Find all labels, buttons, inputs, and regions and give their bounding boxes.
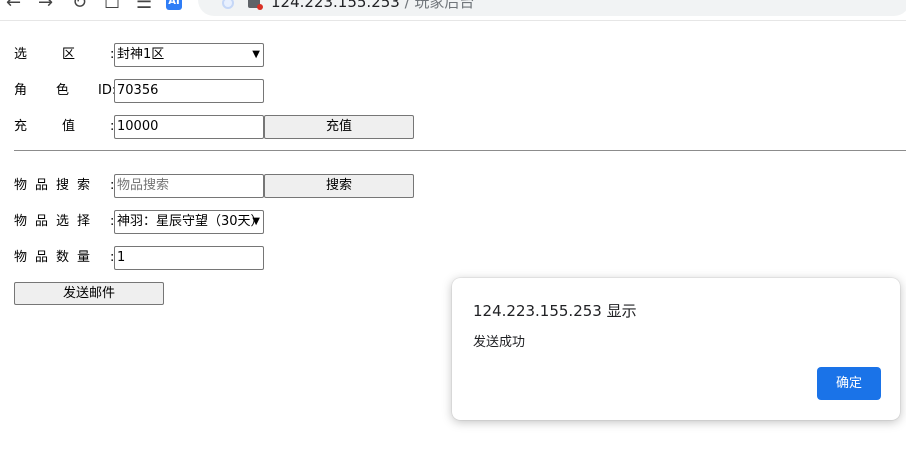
send-mail-button[interactable]: 发送邮件 bbox=[14, 282, 164, 305]
item-qty-label-char: 品 bbox=[35, 250, 49, 265]
chevron-down-icon: ▼ bbox=[252, 216, 260, 227]
reading-list-icon[interactable]: ☰ bbox=[136, 0, 152, 13]
dialog-message: 发送成功 bbox=[473, 335, 526, 350]
zone-select-value: 封神1区 bbox=[117, 47, 165, 62]
item-select-value: 神羽：星辰守望（30天） bbox=[117, 214, 264, 229]
item-qty-label: 物 品 数 量 : bbox=[14, 246, 114, 270]
item-search-input[interactable]: 物品搜索 bbox=[114, 174, 264, 198]
item-select[interactable]: 神羽：星辰守望（30天） ▼ bbox=[114, 210, 264, 234]
item-qty-label-char: 物 bbox=[14, 250, 28, 265]
url-text[interactable]: 124.223.155.253 / 玩家后台 bbox=[271, 0, 474, 12]
role-label-char: 角 bbox=[14, 83, 28, 98]
item-select-label-char: 品 bbox=[35, 214, 49, 229]
recharge-button[interactable]: 充值 bbox=[264, 115, 414, 139]
item-select-label-char: 择 bbox=[77, 214, 91, 229]
item-search-label-char: 搜 bbox=[56, 178, 70, 193]
role-label: 角 色 ID: bbox=[14, 79, 116, 103]
search-button[interactable]: 搜索 bbox=[264, 174, 414, 198]
zone-label-char: 选 bbox=[14, 47, 28, 62]
role-id-input[interactable]: 70356 bbox=[114, 79, 264, 103]
ai-extension-icon[interactable]: AI bbox=[166, 0, 182, 10]
recharge-label: 充 值 : bbox=[14, 115, 114, 139]
item-qty-label-char: 数 bbox=[56, 250, 70, 265]
item-search-label-char: 物 bbox=[14, 178, 28, 193]
browser-toolbar: ← → ↻ ☐ ☰ AI 124.223.155.253 / 玩家后台 bbox=[0, 0, 906, 20]
reload-icon[interactable]: ↻ bbox=[72, 0, 87, 13]
zone-select[interactable]: 封神1区 ▼ bbox=[114, 43, 264, 67]
section-divider bbox=[14, 150, 906, 151]
item-search-label-char: 品 bbox=[35, 178, 49, 193]
ok-button[interactable]: 确定 bbox=[817, 367, 881, 400]
back-arrow-icon[interactable]: ← bbox=[6, 0, 21, 13]
item-select-label: 物 品 选 择 : bbox=[14, 210, 114, 234]
url-path: / 玩家后台 bbox=[399, 0, 475, 11]
item-quantity-input[interactable]: 1 bbox=[114, 246, 264, 270]
role-label-char: 色 bbox=[56, 83, 70, 98]
home-icon[interactable]: ☐ bbox=[104, 0, 120, 13]
forward-arrow-icon[interactable]: → bbox=[38, 0, 53, 13]
not-secure-icon[interactable] bbox=[248, 0, 263, 10]
item-select-label-char: 物 bbox=[14, 214, 28, 229]
dialog-title: 124.223.155.253 显示 bbox=[473, 302, 637, 320]
item-select-label-char: 选 bbox=[56, 214, 70, 229]
alert-dialog: 124.223.155.253 显示 发送成功 确定 bbox=[452, 278, 900, 420]
item-search-label-char: 索 bbox=[77, 178, 91, 193]
toolbar-divider bbox=[0, 20, 906, 21]
chevron-down-icon: ▼ bbox=[252, 49, 260, 60]
url-host: 124.223.155.253 bbox=[271, 0, 400, 11]
recharge-label-char: 值 bbox=[62, 119, 76, 134]
item-qty-label-char: 量 bbox=[77, 250, 91, 265]
item-search-label: 物 品 搜 索 : bbox=[14, 174, 114, 198]
zone-label-char: 区 bbox=[62, 47, 76, 62]
recharge-label-char: 充 bbox=[14, 119, 28, 134]
zone-label: 选 区 : bbox=[14, 43, 114, 67]
recharge-amount-input[interactable]: 10000 bbox=[114, 115, 264, 139]
